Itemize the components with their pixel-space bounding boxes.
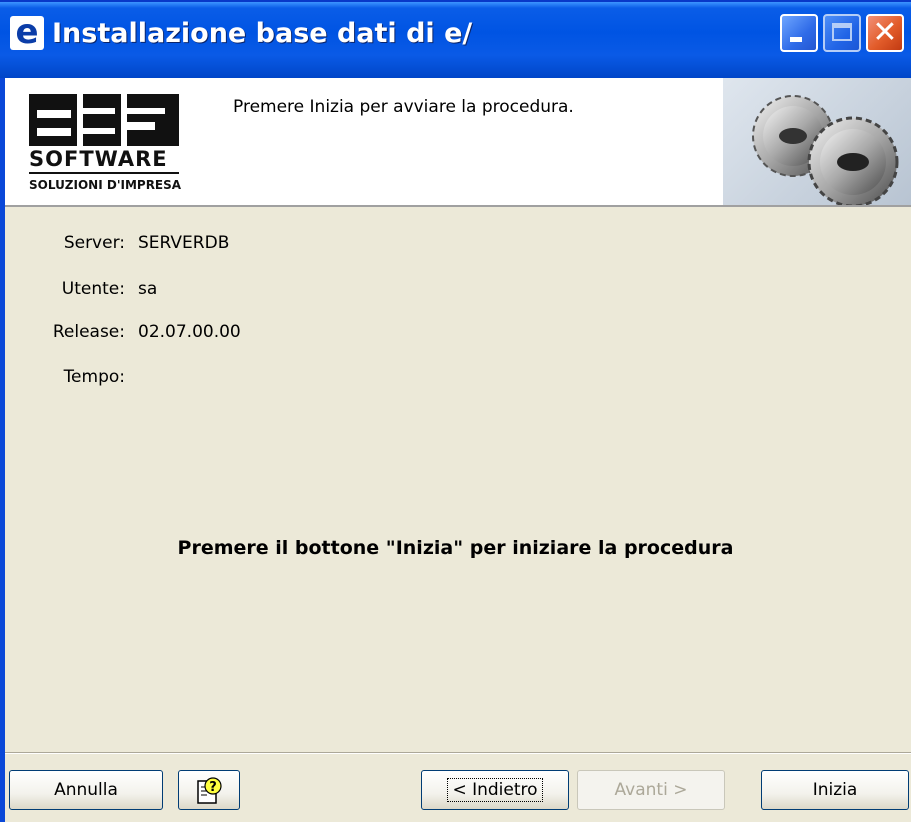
- logo-divider: [29, 172, 179, 174]
- window-title: Installazione base dati di e/: [52, 18, 473, 49]
- minimize-icon: [790, 37, 802, 42]
- user-label: Utente:: [61, 279, 125, 299]
- maximize-button: [823, 14, 861, 52]
- minimize-button[interactable]: [780, 14, 818, 52]
- close-icon: ✕: [872, 15, 898, 50]
- release-label: Release:: [52, 322, 125, 342]
- help-button[interactable]: ?: [178, 770, 240, 810]
- maximize-icon: [832, 23, 852, 41]
- back-button-label: < Indietro: [447, 778, 543, 802]
- logo-software-text: SOFTWARE: [29, 147, 168, 171]
- esa-logo-mark: [29, 92, 179, 150]
- back-button[interactable]: < Indietro: [421, 770, 569, 810]
- esa-software-logo: SOFTWARE SOLUZIONI D'IMPRESA: [27, 92, 187, 192]
- help-icon: ?: [197, 777, 222, 804]
- header-message: Premere Inizia per avviare la procedura.: [233, 97, 574, 117]
- release-value: 02.07.00.00: [138, 322, 241, 342]
- next-button: Avanti >: [577, 770, 725, 810]
- start-button[interactable]: Inizia: [761, 770, 909, 810]
- server-value: SERVERDB: [138, 233, 230, 253]
- gears-icon: [752, 95, 899, 205]
- app-icon: e: [10, 15, 44, 50]
- user-value: sa: [138, 279, 158, 299]
- title-bar[interactable]: e Installazione base dati di e/ ✕: [0, 0, 911, 78]
- time-label: Tempo:: [63, 367, 125, 387]
- server-label: Server:: [63, 233, 125, 253]
- cancel-button[interactable]: Annulla: [9, 770, 163, 810]
- close-button[interactable]: ✕: [866, 14, 904, 52]
- gears-image: [723, 78, 911, 205]
- button-separator: [5, 752, 911, 754]
- header-panel: SOFTWARE SOLUZIONI D'IMPRESA Premere Ini…: [5, 78, 911, 207]
- installer-window: e Installazione base dati di e/ ✕ SOFTWA…: [0, 0, 911, 822]
- logo-subtitle: SOLUZIONI D'IMPRESA: [29, 178, 182, 192]
- svg-text:?: ?: [209, 780, 217, 795]
- instruction-message: Premere il bottone "Inizia" per iniziare…: [177, 537, 734, 559]
